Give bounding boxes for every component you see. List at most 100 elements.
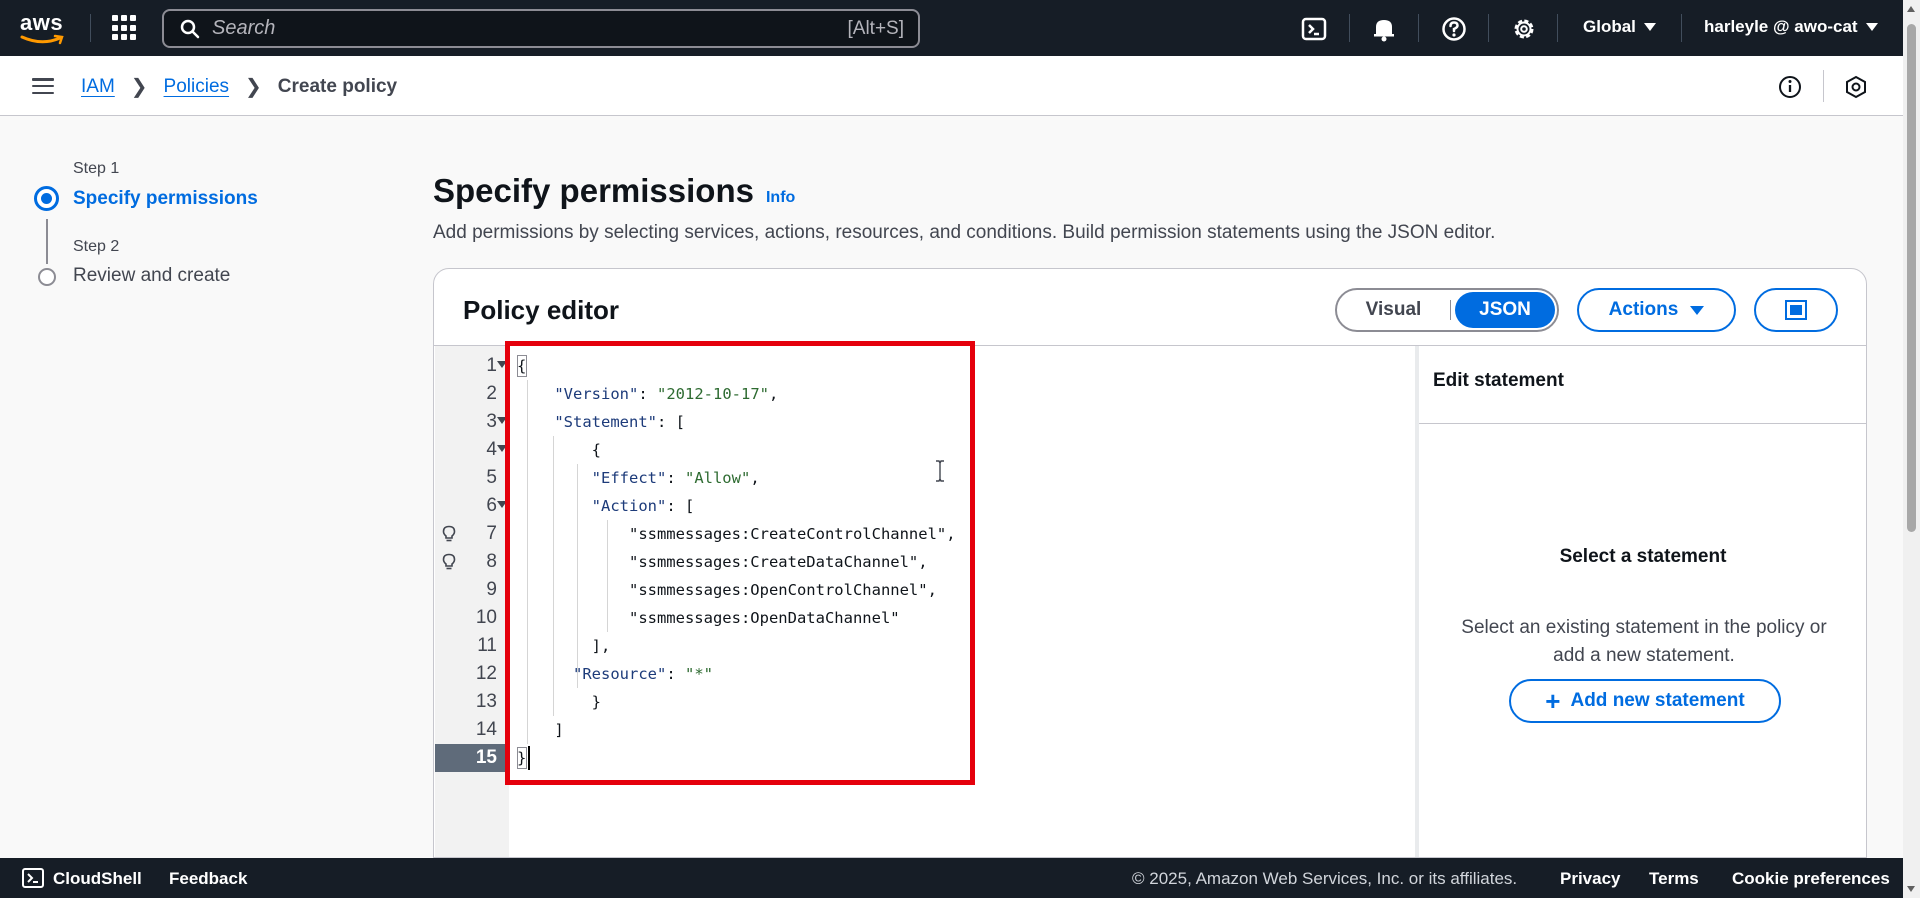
line-number: 6 [486,495,497,516]
region-selector[interactable]: Global [1583,17,1656,37]
empty-title: Select a statement [1559,546,1727,567]
line-number: 9 [486,579,497,600]
terms-link[interactable]: Terms [1649,869,1699,889]
scrollbar-thumb[interactable] [1907,24,1916,532]
line-number: 5 [486,467,497,488]
search-input[interactable] [212,17,848,40]
step-pending-icon [38,268,56,286]
cloudshell-footer-icon[interactable] [22,868,44,888]
line-number: 1 [486,355,497,376]
search-box[interactable]: [Alt+S] [162,9,920,48]
crumb-divider [1823,70,1824,102]
settings-hex-icon[interactable] [1843,74,1869,100]
aws-logo-text: aws [20,10,64,35]
bracket-match-box [517,747,527,769]
lightbulb-icon[interactable] [442,553,456,571]
gear-icon[interactable] [1510,15,1538,43]
fullscreen-icon [1785,300,1807,320]
indent-guide [527,380,528,744]
chevron-right-icon: ❯ [130,76,148,98]
step-1-label: Step 1 [73,160,120,177]
editor-mode-toggle: Visual JSON [1335,288,1559,332]
add-new-statement-button[interactable]: + Add new statement [1509,679,1781,723]
aws-logo[interactable]: aws [20,10,70,45]
page-title-text: Specify permissions [433,172,754,209]
code-line[interactable]: 7 "ssmmessages:CreateControlChannel", [435,520,1408,548]
step-2-title: Review and create [73,265,231,286]
code-text: ], [517,637,611,655]
search-icon [180,19,200,38]
code-line[interactable]: 5 "Effect": "Allow", [435,464,1408,492]
code-line[interactable]: 3 "Statement": [ [435,408,1408,436]
nav-divider [90,14,91,42]
code-text: "ssmmessages:CreateControlChannel", [517,525,956,543]
fold-arrow-icon[interactable] [497,417,507,424]
code-line[interactable]: 4 { [435,436,1408,464]
menu-icon[interactable] [32,78,54,94]
code-line[interactable]: 8 "ssmmessages:CreateDataChannel", [435,548,1408,576]
scroll-up-icon[interactable] [1907,6,1915,12]
top-navigation: aws [Alt+S] Global harleyle @ awo-cat [0,0,1903,56]
info-icon[interactable] [1777,74,1803,100]
code-line[interactable]: 15} [435,744,1408,772]
code-line[interactable]: 9 "ssmmessages:OpenControlChannel", [435,576,1408,604]
services-grid-icon[interactable] [112,15,138,41]
line-number: 13 [475,691,497,712]
edit-statement-pane: Edit statement Select a statement Select… [1415,346,1866,857]
policy-editor-title: Policy editor [463,295,620,325]
breadcrumb-current: Create policy [277,75,398,97]
lightbulb-icon[interactable] [442,525,456,543]
caret-down-icon [1865,23,1878,31]
account-menu[interactable]: harleyle @ awo-cat [1704,17,1878,37]
line-number: 15 [435,744,509,772]
line-number: 11 [477,635,497,656]
code-line[interactable]: 2 "Version": "2012-10-17", [435,380,1408,408]
fold-arrow-icon[interactable] [497,361,507,368]
code-line[interactable]: 1{ [435,352,1408,380]
caret-down-icon [1643,23,1656,31]
fullscreen-button[interactable] [1754,288,1838,332]
code-line[interactable]: 13 } [435,688,1408,716]
code-line[interactable]: 10 "ssmmessages:OpenDataChannel" [435,604,1408,632]
nav-divider [1488,14,1489,42]
code-line[interactable]: 12 "Resource": "*" [435,660,1408,688]
code-text: "Version": "2012-10-17", [554,385,779,403]
bracket-match-box [517,355,527,377]
feedback-link[interactable]: Feedback [169,869,247,889]
cloudshell-link[interactable]: CloudShell [53,869,142,889]
aws-smile-icon [20,34,64,45]
code-text: "ssmmessages:OpenControlChannel", [517,581,937,599]
cookie-preferences-link[interactable]: Cookie preferences [1732,869,1890,889]
mode-json-button[interactable]: JSON [1455,292,1555,328]
help-icon[interactable] [1440,15,1468,43]
page-scrollbar[interactable] [1903,0,1920,898]
breadcrumb: IAM ❯ Policies ❯ Create policy [81,74,397,99]
code-text: ] [517,721,564,739]
info-link[interactable]: Info [766,189,795,207]
bell-icon[interactable] [1370,15,1398,43]
step-active-icon [34,186,59,211]
breadcrumb-iam[interactable]: IAM [81,76,115,98]
code-line[interactable]: 14 ] [435,716,1408,744]
fold-arrow-icon[interactable] [497,445,507,452]
scroll-down-icon[interactable] [1907,886,1915,892]
copyright-text: © 2025, Amazon Web Services, Inc. or its… [1132,869,1518,888]
actions-button[interactable]: Actions [1577,288,1736,332]
line-number: 14 [475,719,497,740]
cloudshell-icon[interactable] [1300,15,1328,43]
indent-guide [577,464,578,688]
breadcrumb-policies[interactable]: Policies [164,76,229,98]
code-text: "Statement": [ [554,413,685,431]
privacy-link[interactable]: Privacy [1560,869,1621,889]
mode-visual-button[interactable]: Visual [1337,292,1450,328]
code-line[interactable]: 11 ], [435,632,1408,660]
json-code-editor[interactable]: 1{2 "Version": "2012-10-17", 3 "Statement… [435,346,1408,857]
line-number: 3 [486,411,497,432]
code-line[interactable]: 6 "Action": [ [435,492,1408,520]
fold-arrow-icon[interactable] [497,501,507,508]
policy-editor-panel: Policy editor Visual JSON Actions 1{2 "V… [433,268,1867,858]
nav-divider [1349,14,1350,42]
step-1-title[interactable]: Specify permissions [73,188,258,210]
edit-statement-empty: Select a statement Select an existing st… [1419,424,1866,857]
account-label: harleyle @ awo-cat [1704,17,1858,36]
